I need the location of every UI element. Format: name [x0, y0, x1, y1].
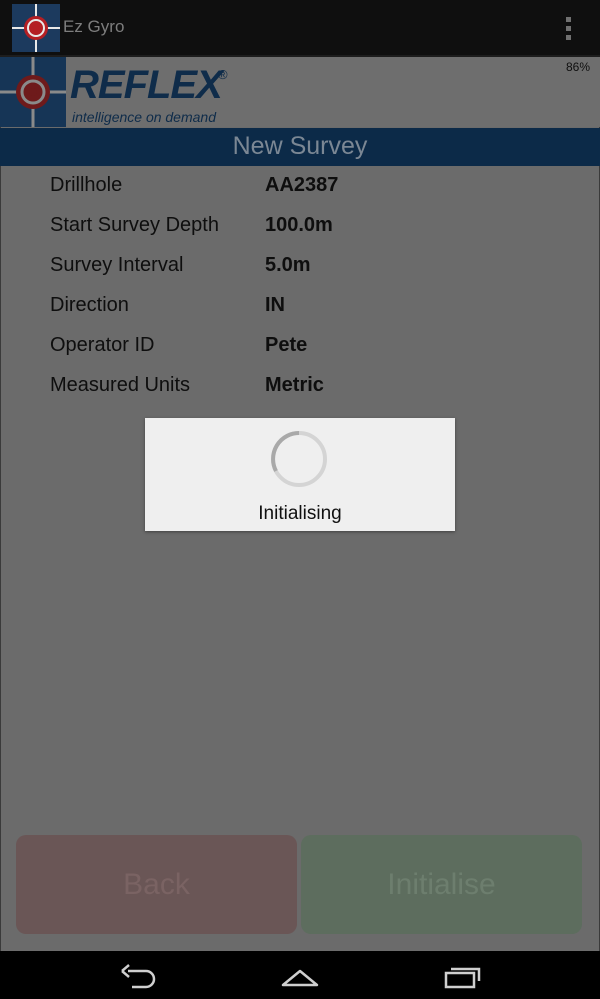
field-label: Start Survey Depth: [50, 214, 219, 236]
field-value: 100.0m: [265, 214, 333, 236]
field-row-drillhole: Drillhole AA2387: [0, 168, 600, 208]
dialog-message: Initialising: [258, 503, 342, 524]
field-value: IN: [265, 294, 285, 316]
field-row-interval: Survey Interval 5.0m: [0, 248, 600, 288]
screen-title-bar: New Survey: [0, 128, 600, 166]
reflex-logo-icon: [0, 57, 66, 127]
logo-wordmark: REFLEX: [70, 63, 223, 107]
field-label: Survey Interval: [50, 254, 184, 276]
back-button[interactable]: Back: [16, 835, 297, 934]
field-row-operator: Operator ID Pete: [0, 328, 600, 368]
page-title: New Survey: [232, 132, 368, 160]
home-icon[interactable]: [280, 963, 320, 989]
action-bar: Ez Gyro: [0, 0, 600, 57]
back-icon[interactable]: [118, 963, 158, 989]
progress-spinner-icon: [270, 430, 328, 488]
field-label: Operator ID: [50, 334, 155, 356]
logo-registered-mark: ®: [218, 67, 228, 82]
initialise-button[interactable]: Initialise: [301, 835, 582, 934]
progress-dialog: Initialising: [145, 418, 455, 531]
field-value: AA2387: [265, 174, 339, 196]
app-title: Ez Gyro: [63, 17, 125, 36]
field-label: Drillhole: [50, 174, 123, 196]
field-row-start-depth: Start Survey Depth 100.0m: [0, 208, 600, 248]
target-crosshair-icon[interactable]: [12, 4, 60, 52]
field-value: 5.0m: [265, 254, 311, 276]
field-value: Metric: [265, 374, 324, 396]
field-label: Direction: [50, 294, 129, 316]
overflow-menu-icon[interactable]: [560, 14, 576, 42]
field-row-units: Measured Units Metric: [0, 368, 600, 408]
brand-header: REFLEX ® intelligence on demand 86%: [0, 57, 600, 127]
system-nav-bar: [0, 951, 600, 999]
field-value: Pete: [265, 334, 308, 356]
field-row-direction: Direction IN: [0, 288, 600, 328]
field-label: Measured Units: [50, 374, 191, 396]
logo-tagline: intelligence on demand: [72, 109, 216, 125]
battery-level: 86%: [565, 60, 590, 74]
recents-icon[interactable]: [442, 963, 482, 989]
